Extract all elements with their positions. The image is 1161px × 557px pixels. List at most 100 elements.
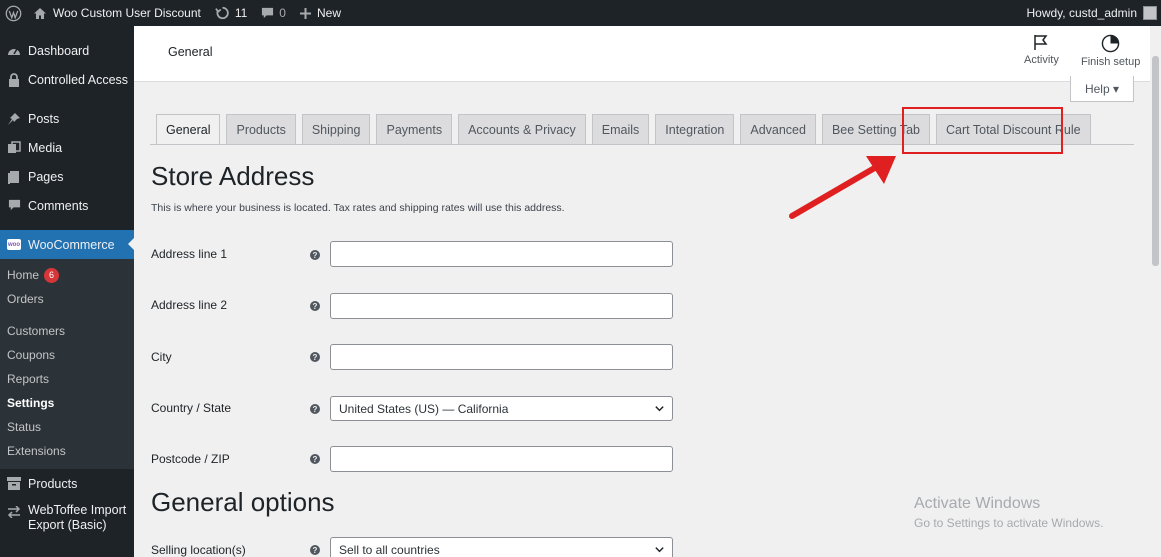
comment-bubble-icon [262, 7, 274, 18]
sidebar-item-label: Dashboard [28, 43, 90, 58]
sidebar-item-label: Pages [28, 169, 64, 184]
submenu-item-label: Extensions [7, 444, 66, 458]
sidebar-item-controlled-access[interactable]: Controlled Access [0, 65, 134, 94]
home-icon [34, 7, 46, 19]
sidebar-item-comments[interactable]: Comments [0, 191, 134, 220]
selling-location-value: Sell to all countries [339, 542, 440, 557]
tab-advanced[interactable]: Advanced [740, 114, 816, 145]
selling-location-label: Selling location(s) [151, 543, 246, 557]
activity-label: Activity [1024, 54, 1059, 66]
sidebar-item-woocommerce[interactable]: woo WooCommerce [0, 230, 134, 259]
notification-badge: 6 [44, 267, 60, 283]
flag-icon [1034, 35, 1048, 50]
submenu-item-coupons[interactable]: Coupons [0, 343, 134, 367]
tab-shipping[interactable]: Shipping [301, 114, 371, 145]
tab-products[interactable]: Products [226, 114, 296, 145]
country-state-value: United States (US) — California [339, 401, 509, 416]
general-options-heading: General options [151, 487, 335, 517]
highlight-box [902, 107, 1063, 154]
sidebar-item-media[interactable]: Media [0, 133, 134, 162]
scrollbar-thumb[interactable] [1152, 56, 1159, 266]
sidebar-item-label: Products [28, 476, 78, 491]
sidebar-item-webtoffee[interactable]: WebToffee Import Export (Basic) [0, 498, 134, 538]
submenu-item-reports[interactable]: Reports [0, 367, 134, 391]
greeting: Howdy, custd_admin [1026, 6, 1138, 20]
submenu-item-status[interactable]: Status [0, 415, 134, 439]
admin-sidebar: Dashboard Controlled Access Posts Media … [0, 26, 134, 557]
help-tab-button[interactable]: Help ▾ [1070, 76, 1134, 102]
submenu-item-home[interactable]: Home 6 [0, 263, 134, 287]
submenu-item-label: Customers [7, 324, 66, 338]
media-icon [7, 140, 21, 155]
chevron-down-icon [655, 406, 664, 412]
selling-location-select[interactable]: Sell to all countries [330, 537, 673, 557]
city-label: City [151, 350, 172, 364]
woo-badge: woo [7, 239, 21, 250]
postcode-input[interactable] [330, 446, 673, 472]
sidebar-item-label: WooCommerce [28, 237, 115, 252]
comments-icon [7, 199, 21, 213]
new-content-link[interactable]: New [293, 0, 348, 26]
sidebar-item-products[interactable]: Products [0, 469, 134, 498]
finish-setup-label: Finish setup [1081, 56, 1141, 68]
submenu-item-orders[interactable]: Orders [0, 287, 134, 311]
sidebar-item-posts[interactable]: Posts [0, 104, 134, 133]
sidebar-item-pages[interactable]: Pages [0, 162, 134, 191]
sidebar-item-label: Comments [28, 198, 89, 213]
help-icon[interactable]: ? [310, 301, 320, 311]
help-icon[interactable]: ? [310, 404, 320, 414]
woocommerce-submenu: Home 6 Orders Customers Coupons Reports … [0, 259, 134, 469]
address-line-1-label: Address line 1 [151, 247, 228, 261]
submenu-item-customers[interactable]: Customers [0, 319, 134, 343]
comments-count: 0 [279, 6, 286, 20]
account-menu[interactable]: Howdy, custd_admin [1020, 0, 1161, 26]
new-label: New [316, 6, 341, 20]
chevron-down-icon [655, 547, 664, 553]
plus-icon [299, 7, 311, 19]
updates-count: 11 [234, 6, 248, 20]
sidebar-item-label: Posts [28, 111, 60, 126]
dashboard-icon [7, 44, 21, 58]
help-icon[interactable]: ? [310, 545, 320, 555]
watermark-line-2: Go to Settings to activate Windows. [914, 516, 1104, 530]
page-scrollbar[interactable] [1150, 26, 1161, 557]
sidebar-item-label: WebToffee Import Export (Basic) [28, 503, 127, 532]
pin-icon [7, 112, 21, 126]
address-line-2-label: Address line 2 [151, 298, 228, 312]
sidebar-item-dashboard[interactable]: Dashboard [0, 36, 134, 65]
sidebar-item-label: Media [28, 140, 63, 155]
help-icon[interactable]: ? [310, 250, 320, 260]
submenu-item-extensions[interactable]: Extensions [0, 439, 134, 463]
wordpress-logo-icon[interactable] [0, 0, 26, 26]
address-line-2-input[interactable] [330, 293, 673, 319]
tab-general[interactable]: General [156, 114, 221, 145]
import-export-icon [7, 505, 21, 519]
city-input[interactable] [330, 344, 673, 370]
site-name-link[interactable]: Woo Custom User Discount [26, 0, 208, 26]
address-line-1-input[interactable] [330, 241, 673, 267]
store-address-description: This is where your business is located. … [151, 202, 565, 214]
submenu-item-settings[interactable]: Settings [0, 391, 134, 415]
lock-icon [7, 72, 21, 87]
tab-emails[interactable]: Emails [591, 114, 650, 145]
country-state-select[interactable]: United States (US) — California [330, 396, 673, 421]
help-icon[interactable]: ? [310, 352, 320, 362]
help-icon[interactable]: ? [310, 454, 320, 464]
tab-integration[interactable]: Integration [655, 114, 735, 145]
updates-link[interactable]: 11 [208, 0, 254, 26]
activity-button[interactable]: Activity [1024, 34, 1059, 66]
postcode-label: Postcode / ZIP [151, 452, 230, 466]
refresh-icon [215, 6, 229, 20]
submenu-item-label: Reports [7, 372, 50, 386]
woocommerce-header: General Activity Finish setup [134, 26, 1161, 82]
submenu-item-label: Coupons [7, 348, 56, 362]
finish-setup-button[interactable]: Finish setup [1081, 34, 1140, 68]
watermark-line-1: Activate Windows [914, 495, 1041, 512]
comments-link[interactable]: 0 [254, 0, 293, 26]
tab-payments[interactable]: Payments [376, 114, 453, 145]
tab-accounts-privacy[interactable]: Accounts & Privacy [458, 114, 586, 145]
submenu-item-label: Status [7, 420, 42, 434]
country-state-label: Country / State [151, 401, 232, 415]
progress-circle-icon [1101, 34, 1120, 53]
archive-icon [7, 477, 21, 491]
